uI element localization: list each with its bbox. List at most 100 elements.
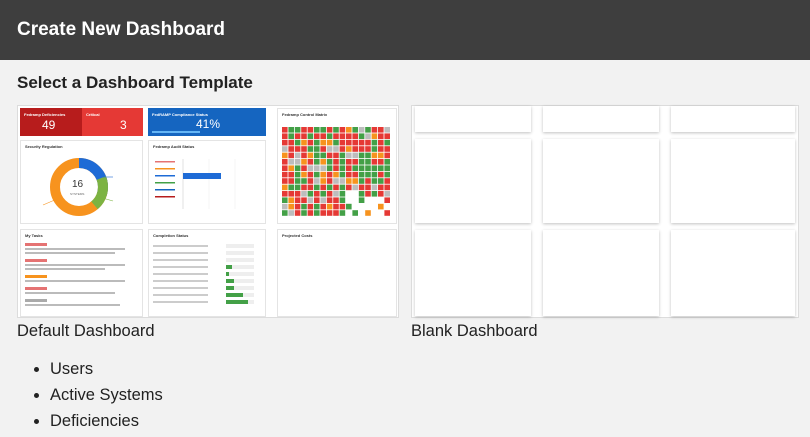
matrix-cell — [294, 146, 301, 152]
matrix-cell — [365, 191, 371, 197]
matrix-cell — [358, 159, 365, 165]
matrix-cell — [346, 133, 352, 139]
matrix-cell — [333, 178, 339, 184]
preview-projected-costs-title: Projected Costs — [282, 233, 313, 238]
matrix-cell — [384, 133, 390, 139]
matrix-cell — [314, 139, 320, 146]
matrix-cell — [384, 191, 390, 197]
matrix-cell — [358, 191, 365, 197]
matrix-cell — [288, 171, 294, 178]
matrix-cell — [339, 203, 346, 210]
blank-widget-placeholder — [543, 139, 659, 223]
matrix-cell — [282, 184, 288, 191]
matrix-cell — [301, 191, 307, 197]
matrix-cell — [358, 197, 365, 203]
matrix-cell — [333, 139, 339, 146]
matrix-cell — [339, 139, 346, 146]
matrix-cell — [339, 127, 346, 133]
preview-deficiencies-value: 49 — [42, 118, 56, 132]
audit-status-bar-chart — [155, 159, 236, 209]
matrix-cell — [371, 184, 378, 191]
matrix-cell — [301, 146, 307, 152]
blank-widget-placeholder — [543, 230, 659, 316]
blank-widget-placeholder — [415, 139, 531, 223]
template-label-blank[interactable]: Blank Dashboard — [411, 322, 538, 341]
matrix-cell — [378, 178, 384, 184]
matrix-cell — [288, 127, 294, 133]
completion-row — [153, 264, 261, 269]
matrix-cell — [288, 159, 294, 165]
matrix-cell — [358, 152, 365, 159]
matrix-cell — [307, 171, 314, 178]
matrix-cell — [352, 159, 358, 165]
matrix-cell — [294, 184, 301, 191]
matrix-cell — [282, 210, 288, 216]
matrix-cell — [339, 133, 346, 139]
matrix-cell — [314, 191, 320, 197]
matrix-cell — [346, 184, 352, 191]
matrix-cell — [294, 171, 301, 178]
matrix-cell — [365, 139, 371, 146]
matrix-cell — [371, 133, 378, 139]
matrix-cell — [294, 133, 301, 139]
matrix-cell — [307, 191, 314, 197]
matrix-cell — [326, 139, 333, 146]
matrix-cell — [371, 152, 378, 159]
matrix-cell — [314, 152, 320, 159]
matrix-cell — [365, 133, 371, 139]
matrix-cell — [378, 146, 384, 152]
matrix-cell — [333, 197, 339, 203]
completion-row — [153, 271, 261, 276]
matrix-cell — [326, 159, 333, 165]
matrix-cell — [378, 191, 384, 197]
matrix-cell — [378, 184, 384, 191]
matrix-cell — [346, 139, 352, 146]
matrix-cell — [352, 171, 358, 178]
matrix-cell — [288, 210, 294, 216]
matrix-cell — [294, 127, 301, 133]
matrix-cell — [301, 159, 307, 165]
matrix-cell — [358, 146, 365, 152]
matrix-cell — [314, 197, 320, 203]
matrix-cell — [371, 159, 378, 165]
preview-compliance-widget: FedRAMP Compliance Status 41% — [148, 108, 266, 136]
preview-critical-label: Critical — [86, 112, 100, 117]
template-default-dashboard[interactable]: Fedramp Deficiencies 49 Critical 3 FedRA… — [17, 105, 399, 318]
matrix-cell — [371, 146, 378, 152]
matrix-cell — [358, 171, 365, 178]
preview-projected-costs-widget: Projected Costs — [277, 229, 397, 317]
matrix-cell — [339, 197, 346, 203]
matrix-cell — [326, 146, 333, 152]
template-blank-dashboard[interactable] — [411, 105, 799, 318]
matrix-cell — [288, 178, 294, 184]
matrix-cell — [352, 184, 358, 191]
matrix-cell — [326, 178, 333, 184]
matrix-cell — [371, 191, 378, 197]
matrix-cell — [320, 210, 326, 216]
preview-control-matrix-widget: Fedramp Control Matrix — [277, 108, 397, 224]
preview-audit-status-widget: Fedramp Audit Status — [148, 140, 266, 224]
matrix-cell — [307, 133, 314, 139]
matrix-cell — [378, 133, 384, 139]
matrix-cell — [320, 165, 326, 171]
matrix-cell — [294, 210, 301, 216]
matrix-cell — [288, 203, 294, 210]
matrix-cell — [320, 159, 326, 165]
matrix-cell — [314, 146, 320, 152]
matrix-cell — [288, 165, 294, 171]
matrix-cell — [288, 139, 294, 146]
matrix-cell — [294, 139, 301, 146]
matrix-cell — [282, 171, 288, 178]
matrix-cell — [326, 210, 333, 216]
feature-item-deficiencies: Deficiencies — [50, 408, 163, 434]
matrix-cell — [384, 152, 390, 159]
matrix-cell — [282, 146, 288, 152]
template-label-default[interactable]: Default Dashboard — [17, 322, 155, 341]
matrix-cell — [378, 127, 384, 133]
dialog-header: Create New Dashboard — [0, 0, 810, 60]
matrix-cell — [301, 197, 307, 203]
matrix-cell — [333, 133, 339, 139]
matrix-cell — [294, 203, 301, 210]
matrix-cell — [326, 203, 333, 210]
matrix-cell — [282, 165, 288, 171]
